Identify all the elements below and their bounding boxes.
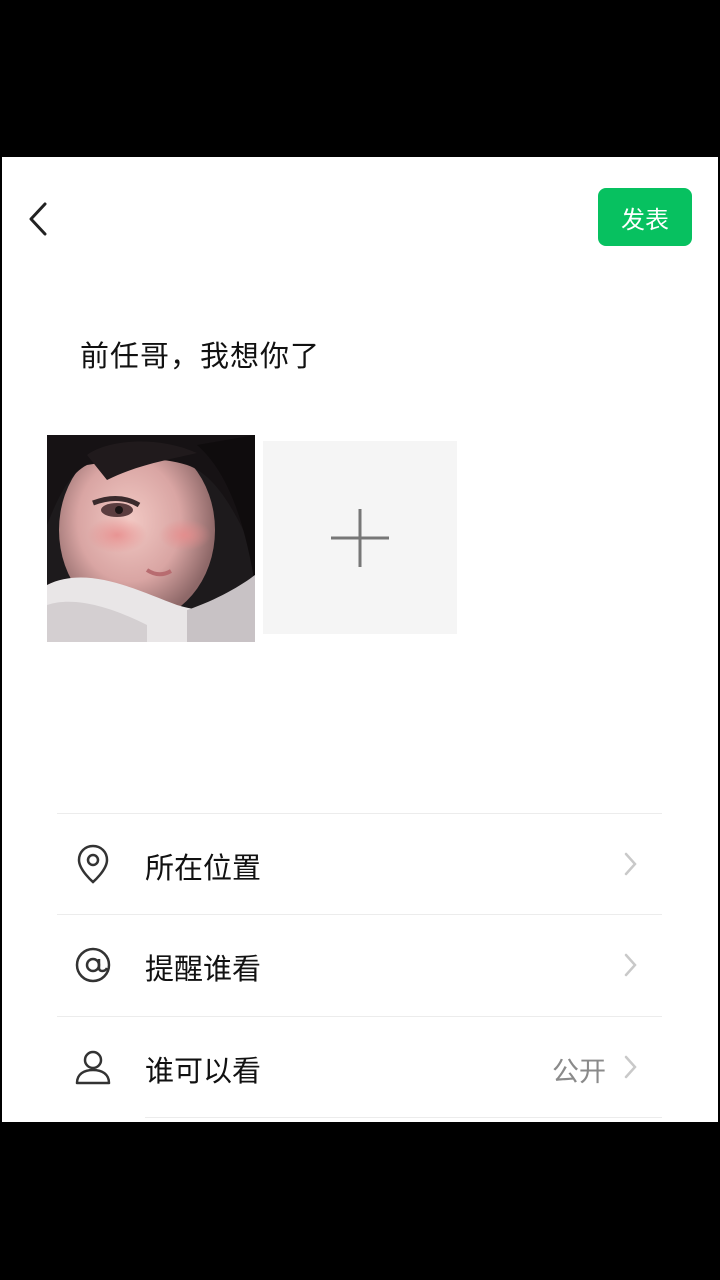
chevron-right-icon: [624, 1055, 637, 1079]
back-button[interactable]: [20, 199, 56, 239]
compose-moment-screen: 发表 前任哥，我想你了 所在位置 提醒谁看 谁可以看 公开: [2, 157, 718, 1122]
add-photo-button[interactable]: [263, 441, 457, 634]
option-label-visibility: 谁可以看: [145, 1054, 262, 1088]
location-pin-icon: [73, 844, 113, 884]
photo-thumbnail[interactable]: [47, 435, 255, 642]
option-row-mention[interactable]: 提醒谁看: [57, 915, 662, 1015]
chevron-right-icon: [624, 953, 637, 977]
option-label-mention: 提醒谁看: [145, 952, 262, 986]
option-label-location: 所在位置: [145, 851, 262, 885]
chevron-left-icon: [29, 202, 47, 236]
letterbox-bottom: [0, 1122, 720, 1280]
photo-image: [47, 435, 255, 642]
at-sign-icon: [73, 945, 113, 985]
publish-button[interactable]: 发表: [598, 188, 692, 246]
plus-icon: [331, 508, 389, 567]
post-text[interactable]: 前任哥，我想你了: [80, 333, 320, 375]
divider: [145, 1117, 662, 1118]
person-icon: [73, 1047, 113, 1087]
letterbox-top: [0, 0, 720, 157]
option-row-location[interactable]: 所在位置: [57, 814, 662, 914]
chevron-right-icon: [624, 852, 637, 876]
option-value-visibility: 公开: [552, 1057, 606, 1088]
option-row-visibility[interactable]: 谁可以看 公开: [57, 1017, 662, 1117]
